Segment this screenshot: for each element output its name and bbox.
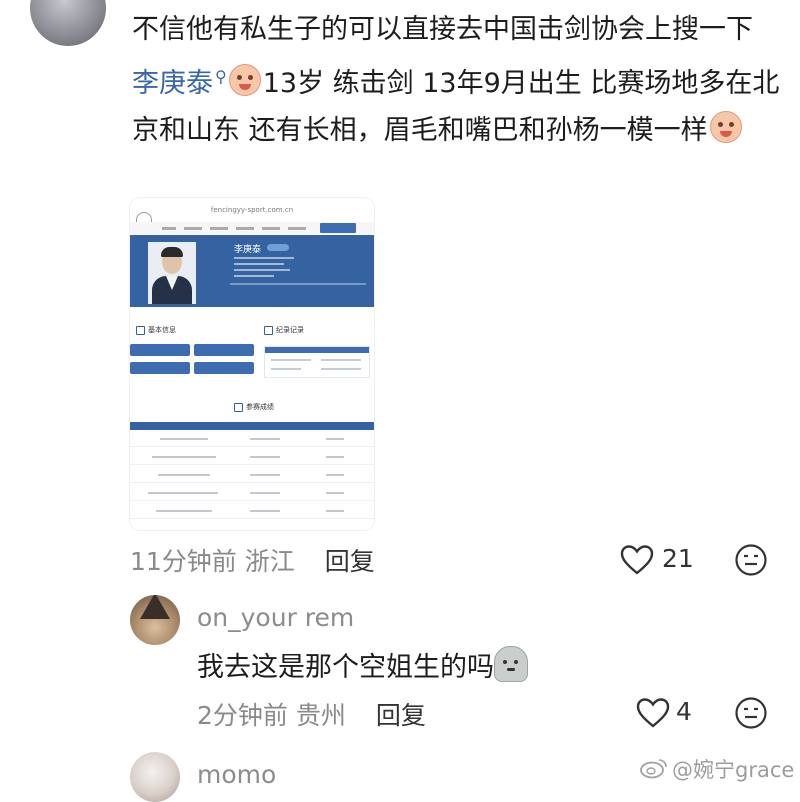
- crying-emoji: [709, 111, 742, 143]
- info-icon: [136, 326, 145, 335]
- results-row: [130, 450, 374, 465]
- info-pill: [130, 344, 190, 356]
- screenshot-nav-button: [320, 223, 356, 233]
- reply-avatar[interactable]: [130, 752, 180, 802]
- emoji-reaction-icon[interactable]: [734, 696, 768, 730]
- comment-time: 11分钟前: [130, 547, 237, 576]
- reply-button[interactable]: 回复: [325, 547, 375, 576]
- like-count: 21: [662, 544, 694, 573]
- results-row: [130, 486, 374, 501]
- reply-location: 贵州: [295, 701, 346, 730]
- record-icon: [264, 326, 273, 335]
- athlete-name: 李庚泰: [234, 245, 262, 255]
- reply-username[interactable]: on_your rem: [197, 603, 354, 632]
- results-table-header: [130, 422, 374, 430]
- section-basic-title: 基本信息: [148, 326, 176, 334]
- results-icon: [234, 403, 243, 412]
- ghost-emoji: [494, 646, 528, 682]
- emoji-reaction-icon[interactable]: [734, 543, 768, 577]
- heart-icon[interactable]: [620, 544, 654, 576]
- reply-like-count: 4: [676, 697, 692, 726]
- reply-text: 我去这是那个空姐生的吗: [197, 652, 494, 683]
- heart-icon[interactable]: [636, 697, 670, 729]
- reply-username[interactable]: momo: [197, 760, 276, 789]
- athlete-photo: [148, 242, 196, 304]
- results-row: [130, 468, 374, 483]
- crying-emoji: [228, 64, 261, 96]
- info-pill: [194, 344, 254, 356]
- comment-location: 浙江: [244, 547, 295, 576]
- commenter-avatar[interactable]: [30, 0, 106, 46]
- info-pill: [130, 362, 190, 374]
- weibo-logo-icon: [640, 759, 667, 779]
- reply-button[interactable]: 回复: [376, 701, 426, 730]
- comment-body: 不信他有私生子的可以直接去中国击剑协会上搜一下 李庚泰 ⚲ 13岁 练击剑 13年9…: [132, 6, 782, 154]
- reply-meta: 2分钟前 贵州 回复: [197, 696, 426, 732]
- info-pill: [194, 362, 254, 374]
- results-row: [130, 504, 374, 519]
- section-results-title: 参赛成绩: [246, 403, 274, 411]
- search-icon[interactable]: ⚲: [215, 67, 227, 86]
- reply-time: 2分钟前: [197, 701, 288, 730]
- comment-text-part1: 不信他有私生子的可以直接去中国击剑协会上搜一下: [132, 14, 753, 45]
- comment-meta: 11分钟前 浙江 回复: [130, 542, 375, 578]
- watermark-text: @婉宁grace: [672, 758, 795, 782]
- results-row: [130, 432, 374, 447]
- record-table: [264, 346, 370, 378]
- athlete-tag: [267, 244, 289, 251]
- reply-body: 我去这是那个空姐生的吗: [197, 645, 528, 684]
- reply-avatar[interactable]: [130, 595, 180, 645]
- mention-link[interactable]: 李庚泰: [132, 68, 213, 99]
- screenshot-navbar: [130, 222, 374, 234]
- attached-screenshot[interactable]: fencingyy-sport.com.cn 李庚泰 基本信息 纪录记录 参赛成…: [130, 198, 374, 530]
- screenshot-url: fencingyy-sport.com.cn: [210, 206, 294, 214]
- section-record-title: 纪录记录: [276, 326, 304, 334]
